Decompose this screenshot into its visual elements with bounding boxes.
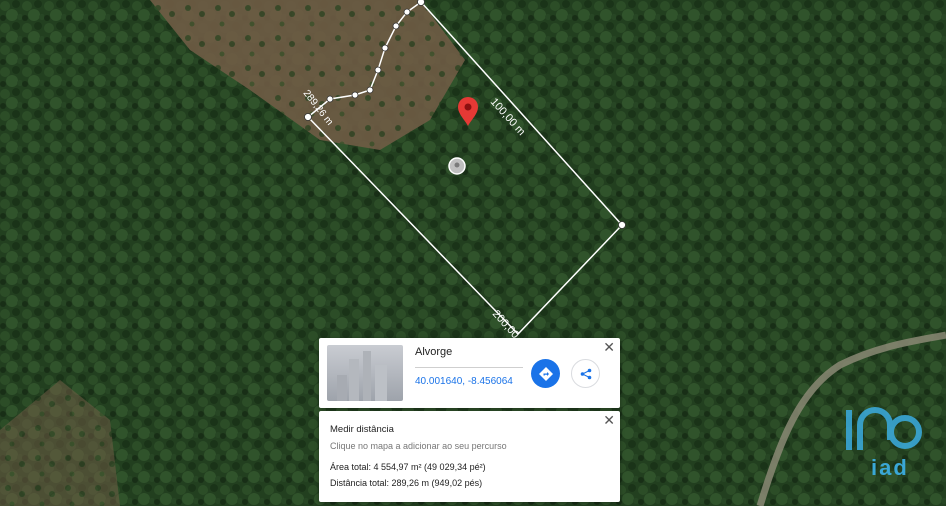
measure-title: Medir distância [330,424,394,435]
share-button[interactable] [571,359,600,388]
place-title: Alvorge [415,346,453,358]
place-thumbnail[interactable] [327,345,403,401]
place-coordinates-link[interactable]: 40.001640, -8.456064 [415,376,513,387]
directions-icon [538,366,553,381]
place-info-card: Alvorge 40.001640, -8.456064 ✕ [319,338,620,408]
measure-distance-card: Medir distância Clique no mapa a adicion… [319,411,620,502]
close-icon[interactable]: ✕ [603,413,615,427]
close-icon[interactable]: ✕ [603,340,615,354]
place-marker-icon[interactable] [448,157,466,175]
total-distance: Distância total: 289,26 m (949,02 pés) [330,478,483,488]
measure-hint: Clique no mapa a adicionar ao seu percur… [330,441,507,451]
directions-button[interactable] [531,359,560,388]
iad-watermark: iad [871,455,909,480]
total-area: Área total: 4 554,97 m² (49 029,34 pé²) [330,462,486,472]
divider [415,367,523,368]
share-icon [580,368,591,379]
